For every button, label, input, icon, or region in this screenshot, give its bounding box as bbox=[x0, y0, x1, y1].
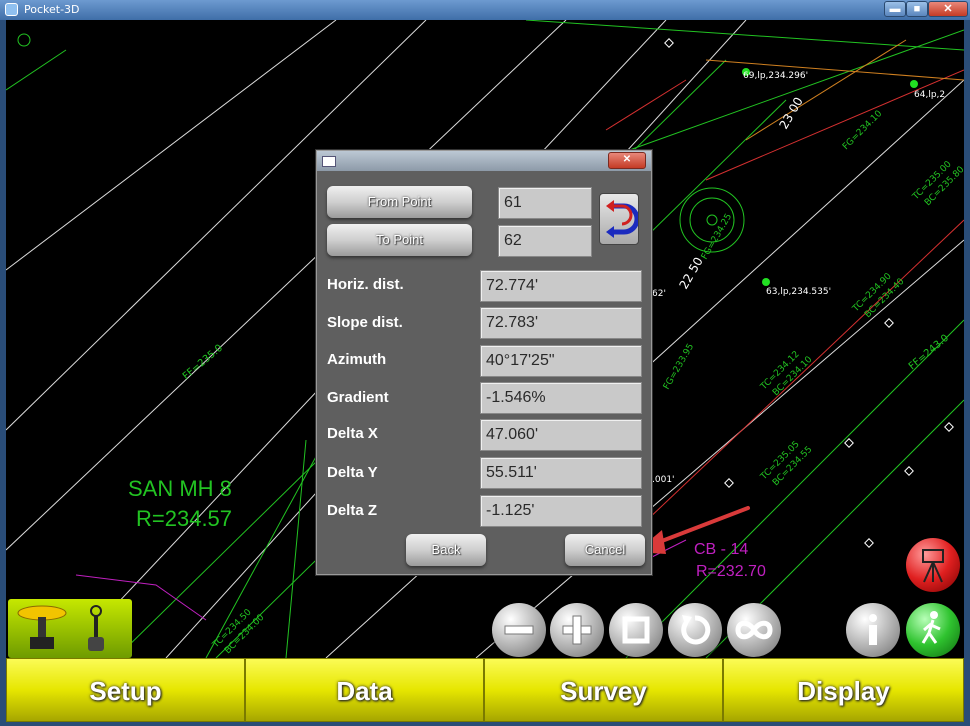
zoom-window-button[interactable] bbox=[609, 603, 663, 657]
delta-y-label: Delta Y bbox=[327, 464, 378, 481]
inverse-dialog: ✕ From Point To Point 61 62 Horiz. dist.… bbox=[316, 150, 652, 575]
info-icon bbox=[869, 614, 877, 645]
close-button[interactable]: ✕ bbox=[928, 1, 968, 17]
minus-icon bbox=[504, 625, 534, 635]
partial-62-label: 62' bbox=[652, 289, 666, 299]
main-menu-bar: Setup Data Survey Display bbox=[6, 658, 964, 722]
azimuth-label: Azimuth bbox=[327, 351, 387, 368]
menu-setup-button[interactable]: Setup bbox=[6, 658, 245, 722]
menu-data-button[interactable]: Data bbox=[245, 658, 484, 722]
device-status-panel[interactable] bbox=[8, 599, 132, 658]
ff-235-label: FF=235.0 bbox=[181, 343, 225, 383]
survey-target-icon bbox=[922, 549, 944, 583]
partial-001-label: .001' bbox=[652, 475, 675, 485]
plus-icon bbox=[562, 615, 592, 645]
horiz-dist-value: 72.774' bbox=[480, 270, 642, 302]
dialog-titlebar: ✕ bbox=[317, 151, 651, 171]
delta-x-value: 47.060' bbox=[480, 419, 642, 451]
san-mh-label: SAN MH 8 bbox=[128, 476, 232, 501]
map-canvas[interactable]: SAN MH 8 R=234.57 CB - 14 R=232.70 69,lp… bbox=[6, 20, 964, 658]
walk-mode-button[interactable] bbox=[906, 603, 960, 657]
dialog-icon bbox=[322, 156, 336, 167]
horiz-dist-label: Horiz. dist. bbox=[327, 276, 404, 293]
point-69-label: 69,lp,234.296' bbox=[743, 71, 808, 81]
info-button[interactable] bbox=[846, 603, 900, 657]
zoom-in-button[interactable] bbox=[550, 603, 604, 657]
slope-dist-value: 72.783' bbox=[480, 307, 642, 339]
window-titlebar: Pocket-3D ▬ ■ ✕ bbox=[0, 0, 970, 20]
window-title: Pocket-3D bbox=[24, 3, 80, 16]
delta-z-value: -1.125' bbox=[480, 495, 642, 527]
cb-label: CB - 14 bbox=[694, 541, 748, 558]
point-64-label: 64,lp,2 bbox=[914, 90, 945, 100]
to-point-input[interactable]: 62 bbox=[498, 225, 592, 257]
menu-display-button[interactable]: Display bbox=[723, 658, 964, 722]
station-23-label: 23 00 bbox=[776, 95, 805, 132]
point-63-label: 63,lp,234.535' bbox=[766, 287, 831, 297]
swap-icon bbox=[606, 200, 640, 238]
menu-survey-button[interactable]: Survey bbox=[484, 658, 723, 722]
square-icon bbox=[622, 616, 650, 644]
dialog-close-button[interactable]: ✕ bbox=[608, 152, 646, 169]
infinity-icon bbox=[735, 620, 773, 640]
delta-z-label: Delta Z bbox=[327, 502, 378, 519]
gradient-label: Gradient bbox=[327, 389, 389, 406]
cancel-button[interactable]: Cancel bbox=[565, 534, 645, 566]
zoom-extents-button[interactable] bbox=[727, 603, 781, 657]
san-mh-elevation: R=234.57 bbox=[136, 506, 232, 531]
zoom-out-button[interactable] bbox=[492, 603, 546, 657]
gradient-value: -1.546% bbox=[480, 382, 642, 414]
refresh-button[interactable] bbox=[668, 603, 722, 657]
app-icon bbox=[5, 3, 18, 16]
slope-dist-label: Slope dist. bbox=[327, 314, 403, 331]
minimize-button[interactable]: ▬ bbox=[884, 1, 906, 17]
gps-receiver-icon bbox=[17, 605, 104, 651]
fg-2-label: FG=234.10 bbox=[841, 109, 884, 152]
ff-243-label: FF=243.0 bbox=[907, 333, 951, 373]
rotate-icon bbox=[681, 615, 711, 645]
back-button[interactable]: Back bbox=[406, 534, 486, 566]
delta-y-value: 55.511' bbox=[480, 457, 642, 489]
azimuth-value: 40°17'25" bbox=[480, 345, 642, 377]
from-point-button[interactable]: From Point bbox=[327, 186, 472, 218]
swap-points-button[interactable] bbox=[599, 193, 640, 245]
station-22-label: 22 50 bbox=[676, 255, 705, 292]
to-point-button[interactable]: To Point bbox=[327, 224, 472, 256]
maximize-button[interactable]: ■ bbox=[906, 1, 928, 17]
delta-x-label: Delta X bbox=[327, 425, 378, 442]
stakeout-button[interactable] bbox=[906, 538, 960, 592]
walking-person-icon bbox=[921, 611, 941, 644]
cb-elevation: R=232.70 bbox=[696, 563, 766, 580]
from-point-input[interactable]: 61 bbox=[498, 187, 592, 219]
